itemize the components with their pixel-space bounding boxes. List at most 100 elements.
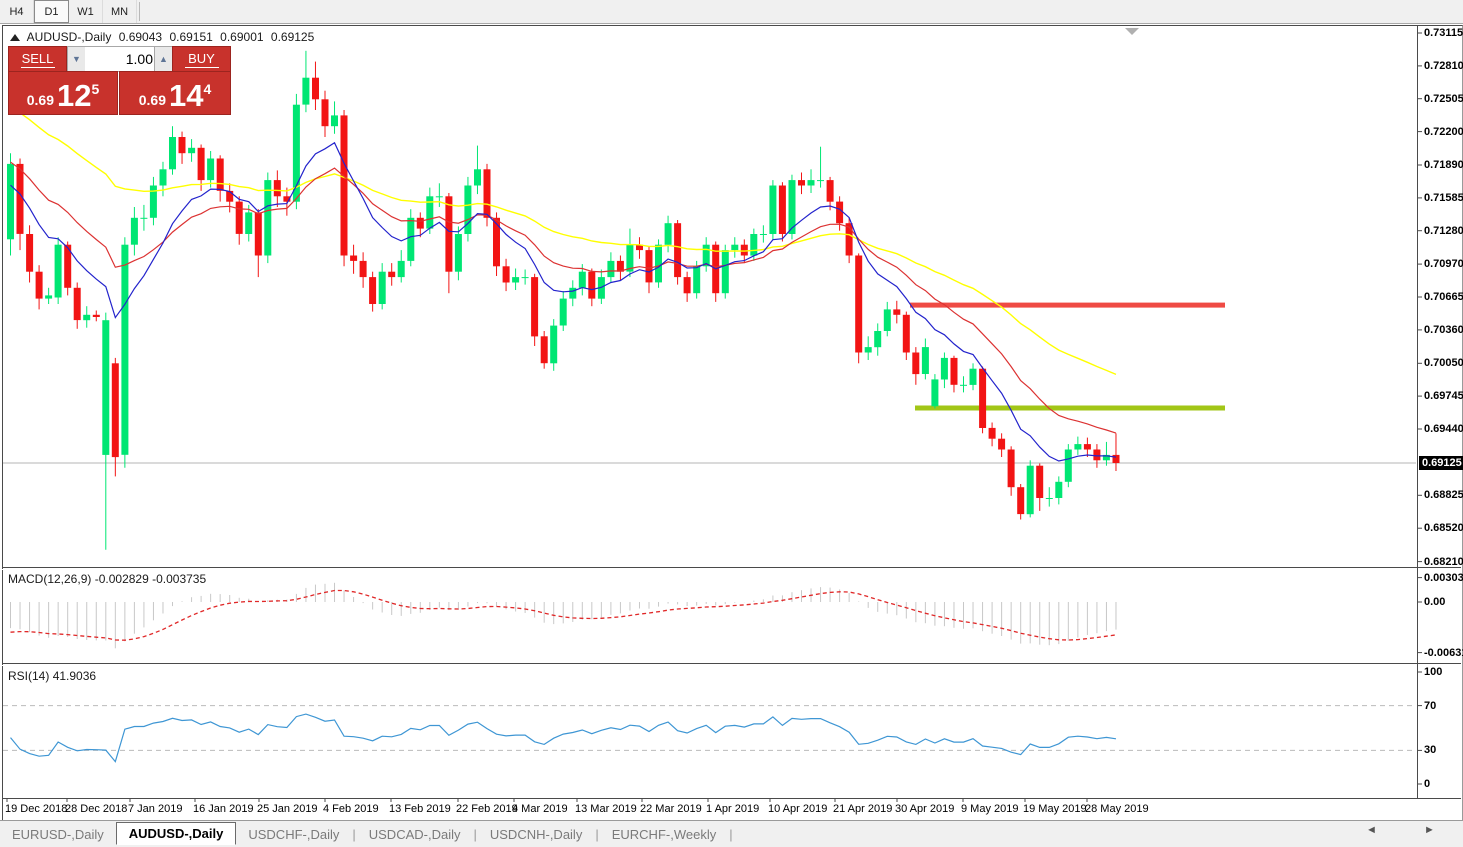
rsi-tick-label: 30	[1424, 744, 1436, 756]
macd-value-main: -0.002829	[95, 572, 149, 586]
panel-divider[interactable]	[2, 663, 1461, 664]
sell-button[interactable]: SELL	[8, 46, 67, 72]
support-line[interactable]	[915, 406, 1225, 411]
buy-button[interactable]: BUY	[172, 46, 231, 72]
price-tick-label: 0.68520	[1424, 522, 1463, 534]
macd-label: MACD(12,26,9) -0.002829 -0.003735	[8, 572, 206, 586]
panel-divider[interactable]	[2, 567, 1461, 568]
price-tick-label: 0.68825	[1424, 489, 1463, 501]
macd-name: MACD(12,26,9)	[8, 572, 91, 586]
ma-slow-line	[11, 107, 1116, 374]
buy-price-prefix: 0.69	[139, 92, 166, 108]
chart-canvas[interactable]	[0, 0, 1463, 846]
date-tick-label: 22 Mar 2019	[640, 803, 702, 815]
one-click-trading-panel: SELL ▼ 1.00 ▲ BUY 0.69 12 5 0.69 14 4	[8, 46, 229, 110]
chart-tab-usdcnh[interactable]: USDCNH-,Daily	[478, 824, 594, 845]
price-tick-label: 0.73115	[1424, 27, 1463, 39]
date-tick-label: 13 Mar 2019	[575, 803, 637, 815]
price-tick-label: 0.71585	[1424, 192, 1463, 204]
chart-title: AUDUSD-,Daily 0.69043 0.69151 0.69001 0.…	[10, 30, 318, 44]
panel-divider-inner	[2, 665, 1461, 666]
date-tick-label: 16 Jan 2019	[193, 803, 254, 815]
buy-button-label: BUY	[188, 51, 215, 66]
date-tick-label: 10 Apr 2019	[768, 803, 827, 815]
macd-histogram	[11, 583, 1116, 649]
chart-tab-eurchf[interactable]: EURCHF-,Weekly	[600, 824, 729, 845]
volume-increase-button[interactable]: ▲	[154, 46, 173, 72]
date-tick-label: 19 May 2019	[1023, 803, 1087, 815]
date-tick-label: 1 Apr 2019	[706, 803, 759, 815]
date-tick-label: 30 Apr 2019	[895, 803, 954, 815]
quote-close: 0.69125	[271, 30, 314, 44]
rsi-line	[11, 714, 1116, 762]
rsi-tick-label: 0	[1424, 778, 1430, 790]
price-tick-label: 0.70970	[1424, 258, 1463, 270]
price-tick-label: 0.72810	[1424, 60, 1463, 72]
sell-price-pipette: 5	[91, 81, 99, 97]
chart-tab-usdcad[interactable]: USDCAD-,Daily	[357, 824, 473, 845]
volume-value: 1.00	[126, 51, 153, 67]
panel-divider-inner	[2, 569, 1461, 570]
time-axis-line	[2, 798, 1461, 799]
tab-divider: |	[352, 827, 355, 842]
buy-price-pipette: 4	[203, 81, 211, 97]
date-tick-label: 22 Feb 2019	[456, 803, 518, 815]
quote-high: 0.69151	[169, 30, 212, 44]
candlestick-series[interactable]	[7, 51, 1120, 550]
rsi-name: RSI(14)	[8, 669, 49, 683]
axis-ticks	[7, 33, 1422, 802]
date-tick-label: 25 Jan 2019	[257, 803, 318, 815]
chart-shift-marker-icon[interactable]	[1125, 28, 1139, 35]
symbol-marker-icon	[10, 34, 20, 41]
date-tick-label: 9 May 2019	[961, 803, 1018, 815]
macd-tick-label: -0.006311	[1424, 647, 1463, 659]
macd-tick-label: 0.003035	[1424, 572, 1463, 584]
date-tick-label: 13 Feb 2019	[389, 803, 451, 815]
tab-divider: |	[729, 827, 732, 842]
date-tick-label: 4 Mar 2019	[512, 803, 568, 815]
tab-scroll-right-icon[interactable]: ►	[1424, 824, 1435, 836]
date-tick-label: 28 Dec 2018	[65, 803, 127, 815]
chart-tab-eurusd[interactable]: EURUSD-,Daily	[0, 824, 116, 845]
price-tick-label: 0.72505	[1424, 93, 1463, 105]
date-tick-label: 28 May 2019	[1085, 803, 1149, 815]
buy-price-big: 14	[169, 81, 203, 111]
symbol-name: AUDUSD-,Daily	[27, 30, 112, 44]
date-tick-label: 19 Dec 2018	[5, 803, 67, 815]
buy-quote-button[interactable]: 0.69 14 4	[119, 71, 231, 115]
sell-quote-button[interactable]: 0.69 12 5	[8, 71, 118, 115]
price-tick-label: 0.72200	[1424, 126, 1463, 138]
rsi-value: 41.9036	[53, 669, 96, 683]
macd-value-signal: -0.003735	[152, 572, 206, 586]
tab-scroll-left-icon[interactable]: ◄	[1366, 824, 1377, 836]
spinner-down-icon: ▼	[72, 54, 81, 64]
sell-price-prefix: 0.69	[27, 92, 54, 108]
price-tick-label: 0.69745	[1424, 390, 1463, 402]
price-tick-label: 0.69440	[1424, 423, 1463, 435]
quote-open: 0.69043	[119, 30, 162, 44]
tab-divider: |	[595, 827, 598, 842]
volume-decrease-button[interactable]: ▼	[67, 46, 86, 72]
spinner-up-icon: ▲	[159, 54, 168, 64]
resistance-line[interactable]	[910, 303, 1225, 308]
price-tick-label: 0.68210	[1424, 556, 1463, 568]
rsi-tick-label: 70	[1424, 700, 1436, 712]
macd-tick-label: 0.00	[1424, 596, 1445, 608]
quote-low: 0.69001	[220, 30, 263, 44]
date-tick-label: 4 Feb 2019	[323, 803, 379, 815]
rsi-tick-label: 100	[1424, 666, 1442, 678]
chart-tab-audusd[interactable]: AUDUSD-,Daily	[116, 822, 237, 845]
price-tick-label: 0.70665	[1424, 291, 1463, 303]
current-price-label: 0.69125	[1419, 456, 1463, 470]
sell-price-big: 12	[57, 81, 91, 111]
date-tick-label: 7 Jan 2019	[128, 803, 182, 815]
rsi-label: RSI(14) 41.9036	[8, 669, 96, 683]
chart-tab-usdchf[interactable]: USDCHF-,Daily	[236, 824, 351, 845]
price-axis-separator	[1417, 25, 1418, 799]
tab-divider: |	[473, 827, 476, 842]
price-tick-label: 0.71280	[1424, 225, 1463, 237]
price-tick-label: 0.70360	[1424, 324, 1463, 336]
chart-tab-bar: EURUSD-,DailyAUDUSD-,DailyUSDCHF-,Daily|…	[0, 820, 1463, 847]
volume-input[interactable]: 1.00	[85, 46, 159, 72]
price-tick-label: 0.71890	[1424, 159, 1463, 171]
